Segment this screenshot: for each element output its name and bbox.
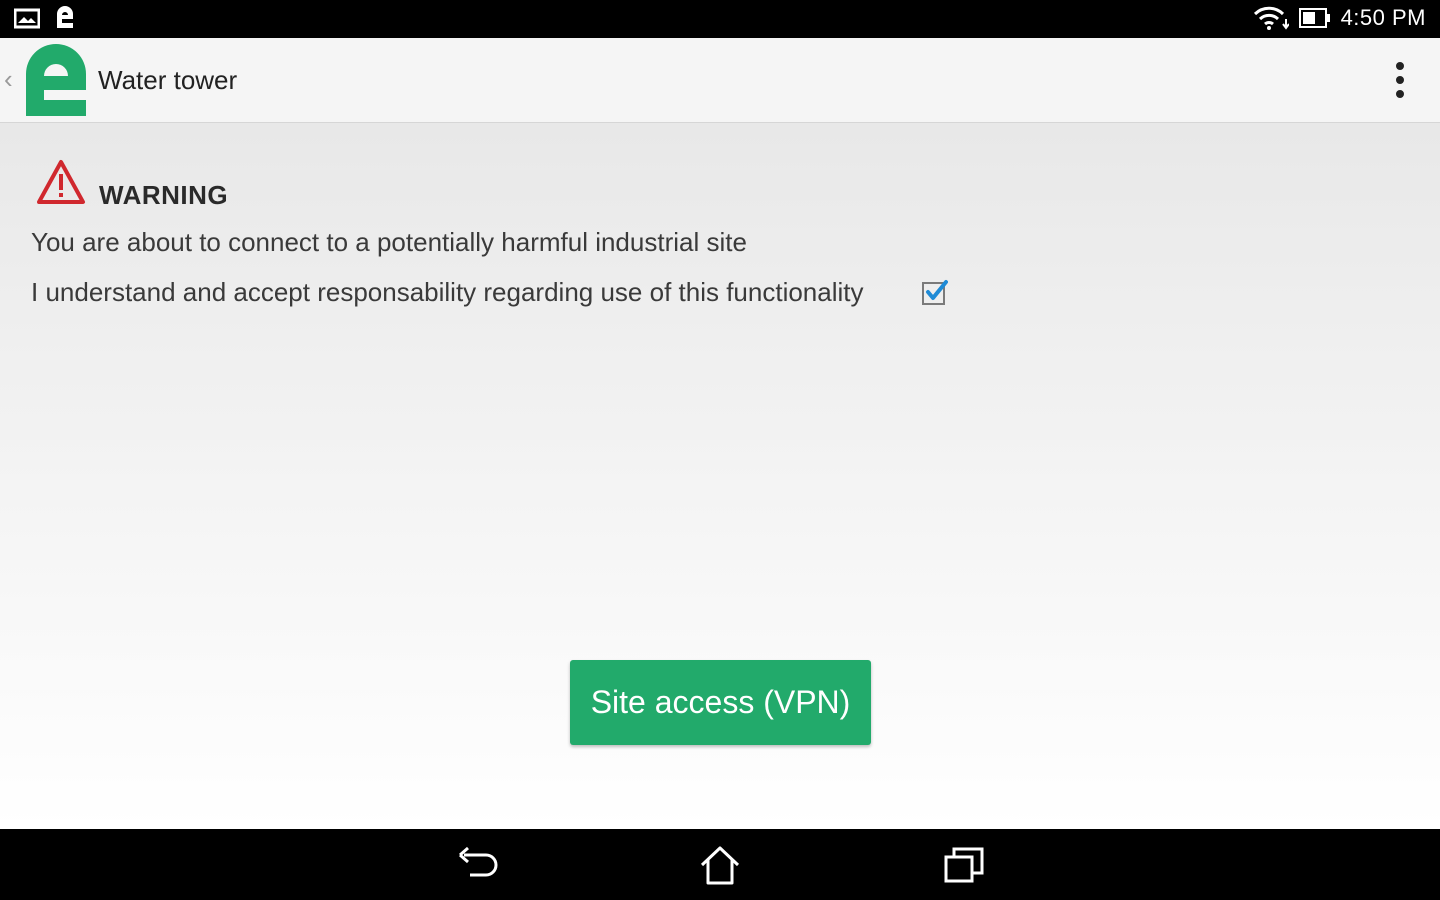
overflow-menu-icon[interactable] — [1388, 60, 1412, 100]
warning-icon — [37, 160, 85, 204]
nav-bar — [0, 829, 1440, 900]
app-logo-icon[interactable] — [24, 44, 88, 116]
vpn-button-label: Site access (VPN) — [590, 684, 851, 720]
site-access-vpn-button[interactable]: Site access (VPN) — [570, 660, 871, 745]
accept-label: I understand and accept responsability r… — [31, 277, 864, 307]
warning-message: You are about to connect to a potentiall… — [31, 227, 747, 257]
status-bar: 4:50 PM — [0, 0, 1440, 38]
notification-image-icon — [14, 8, 40, 29]
main-content: WARNING You are about to connect to a po… — [0, 123, 1440, 829]
up-caret-icon[interactable]: ‹ — [4, 64, 13, 95]
back-icon[interactable] — [456, 843, 500, 887]
wifi-icon — [1253, 6, 1289, 30]
app-notification-icon — [57, 6, 73, 28]
status-left — [14, 6, 76, 30]
warning-title: WARNING — [99, 180, 229, 210]
status-right: 4:50 PM — [1253, 5, 1426, 31]
app-bar: ‹ Water tower — [0, 38, 1440, 123]
battery-icon — [1298, 8, 1330, 28]
home-icon[interactable] — [698, 843, 742, 887]
recents-icon[interactable] — [942, 843, 986, 887]
app-title: Water tower — [98, 65, 238, 95]
status-time: 4:50 PM — [1340, 5, 1426, 30]
accept-checkbox[interactable] — [922, 279, 948, 305]
